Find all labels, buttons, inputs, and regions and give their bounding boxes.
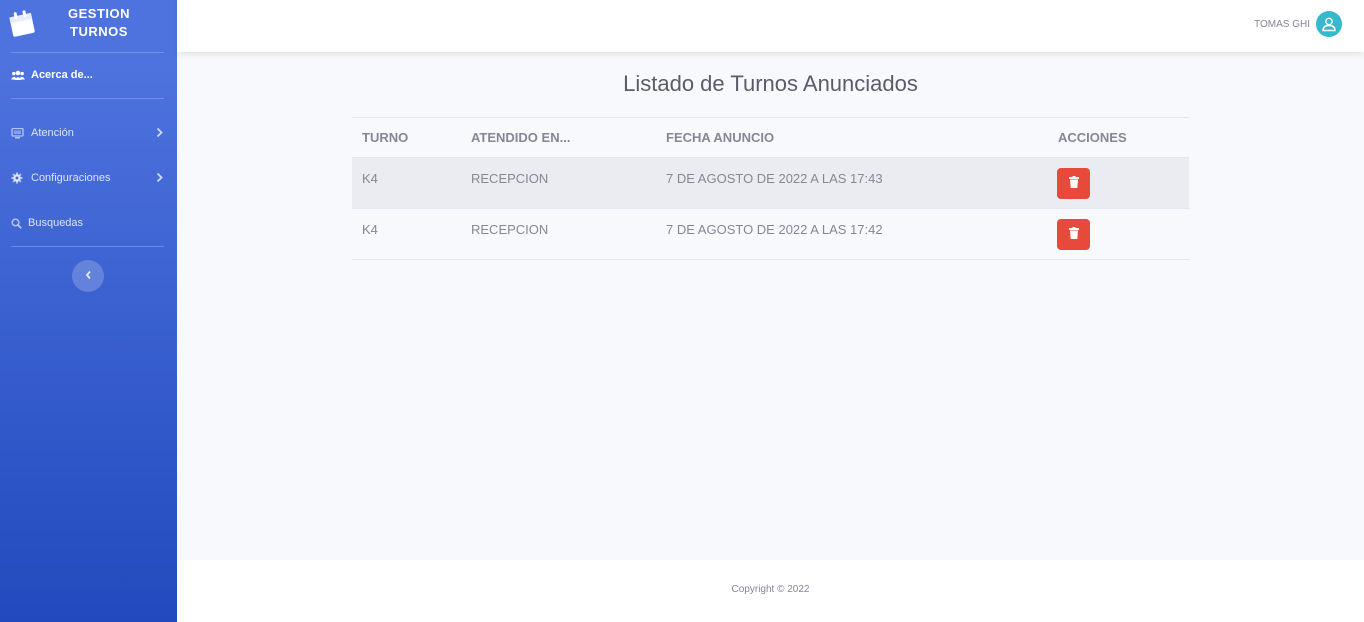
brand-name: GESTION TURNOS [50, 5, 148, 41]
sidebar-item-label: Acerca de... [31, 69, 93, 81]
user-name: TOMAS GHI [1254, 18, 1310, 30]
table-row: K4 RECEPCION 7 DE AGOSTO DE 2022 A LAS 1… [352, 158, 1189, 209]
trash-icon [1068, 175, 1079, 193]
column-header-turno: TURNO [362, 130, 409, 145]
desktop-icon [11, 127, 27, 139]
delete-button[interactable] [1057, 168, 1090, 199]
chevron-right-icon [156, 127, 163, 141]
sidebar-toggle-button[interactable] [72, 260, 104, 292]
column-header-atendido: ATENDIDO EN... [471, 130, 571, 145]
trash-icon [1068, 226, 1079, 244]
page-title: Listado de Turnos Anunciados [623, 71, 918, 96]
gear-icon [11, 172, 27, 184]
cell-atendido-en: RECEPCION [471, 171, 549, 186]
user-menu[interactable]: TOMAS GHI [1254, 11, 1342, 37]
chevron-right-icon [156, 172, 163, 186]
sidebar-item-atencion[interactable]: Atención [0, 118, 177, 148]
sidebar-divider [11, 98, 164, 99]
sidebar-item-busquedas[interactable]: Busquedas [0, 208, 177, 238]
user-icon [1316, 11, 1342, 37]
calendar-icon [8, 8, 36, 38]
brand-line-1: GESTION [67, 6, 130, 21]
brand[interactable]: GESTION TURNOS [0, 0, 177, 52]
cell-turno: K4 [362, 222, 378, 237]
column-header-fecha: FECHA ANUNCIO [666, 130, 775, 145]
sidebar-item-acerca[interactable]: Acerca de... [0, 60, 177, 90]
topbar: TOMAS GHI [177, 0, 1364, 52]
column-header-acciones: ACCIONES [1058, 130, 1127, 145]
main-content: Listado de Turnos Anunciados TURNO ATEND… [177, 52, 1364, 560]
table-header: TURNO ATENDIDO EN... FECHA ANUNCIO ACCIO… [352, 118, 1189, 158]
sidebar-item-configuraciones[interactable]: Configuraciones [0, 163, 177, 193]
turnos-table: TURNO ATENDIDO EN... FECHA ANUNCIO ACCIO… [352, 117, 1189, 260]
search-icon [11, 217, 24, 229]
users-icon [11, 69, 27, 81]
cell-fecha: 7 DE AGOSTO DE 2022 A LAS 17:42 [666, 222, 883, 237]
table-row: K4 RECEPCION 7 DE AGOSTO DE 2022 A LAS 1… [352, 209, 1189, 260]
chevron-left-icon [85, 267, 92, 285]
sidebar-divider [11, 246, 164, 247]
brand-line-2: TURNOS [70, 24, 128, 39]
cell-fecha: 7 DE AGOSTO DE 2022 A LAS 17:43 [666, 171, 883, 186]
footer: Copyright © 2022 [177, 560, 1364, 622]
delete-button[interactable] [1057, 219, 1090, 250]
sidebar: GESTION TURNOS Acerca de... Atención Con… [0, 0, 177, 622]
sidebar-item-label: Configuraciones [31, 172, 111, 184]
cell-atendido-en: RECEPCION [471, 222, 549, 237]
copyright-text: Copyright © 2022 [731, 584, 810, 595]
sidebar-divider [11, 52, 164, 53]
sidebar-item-label: Busquedas [28, 217, 84, 229]
sidebar-item-label: Atención [31, 127, 74, 139]
cell-turno: K4 [362, 171, 378, 186]
